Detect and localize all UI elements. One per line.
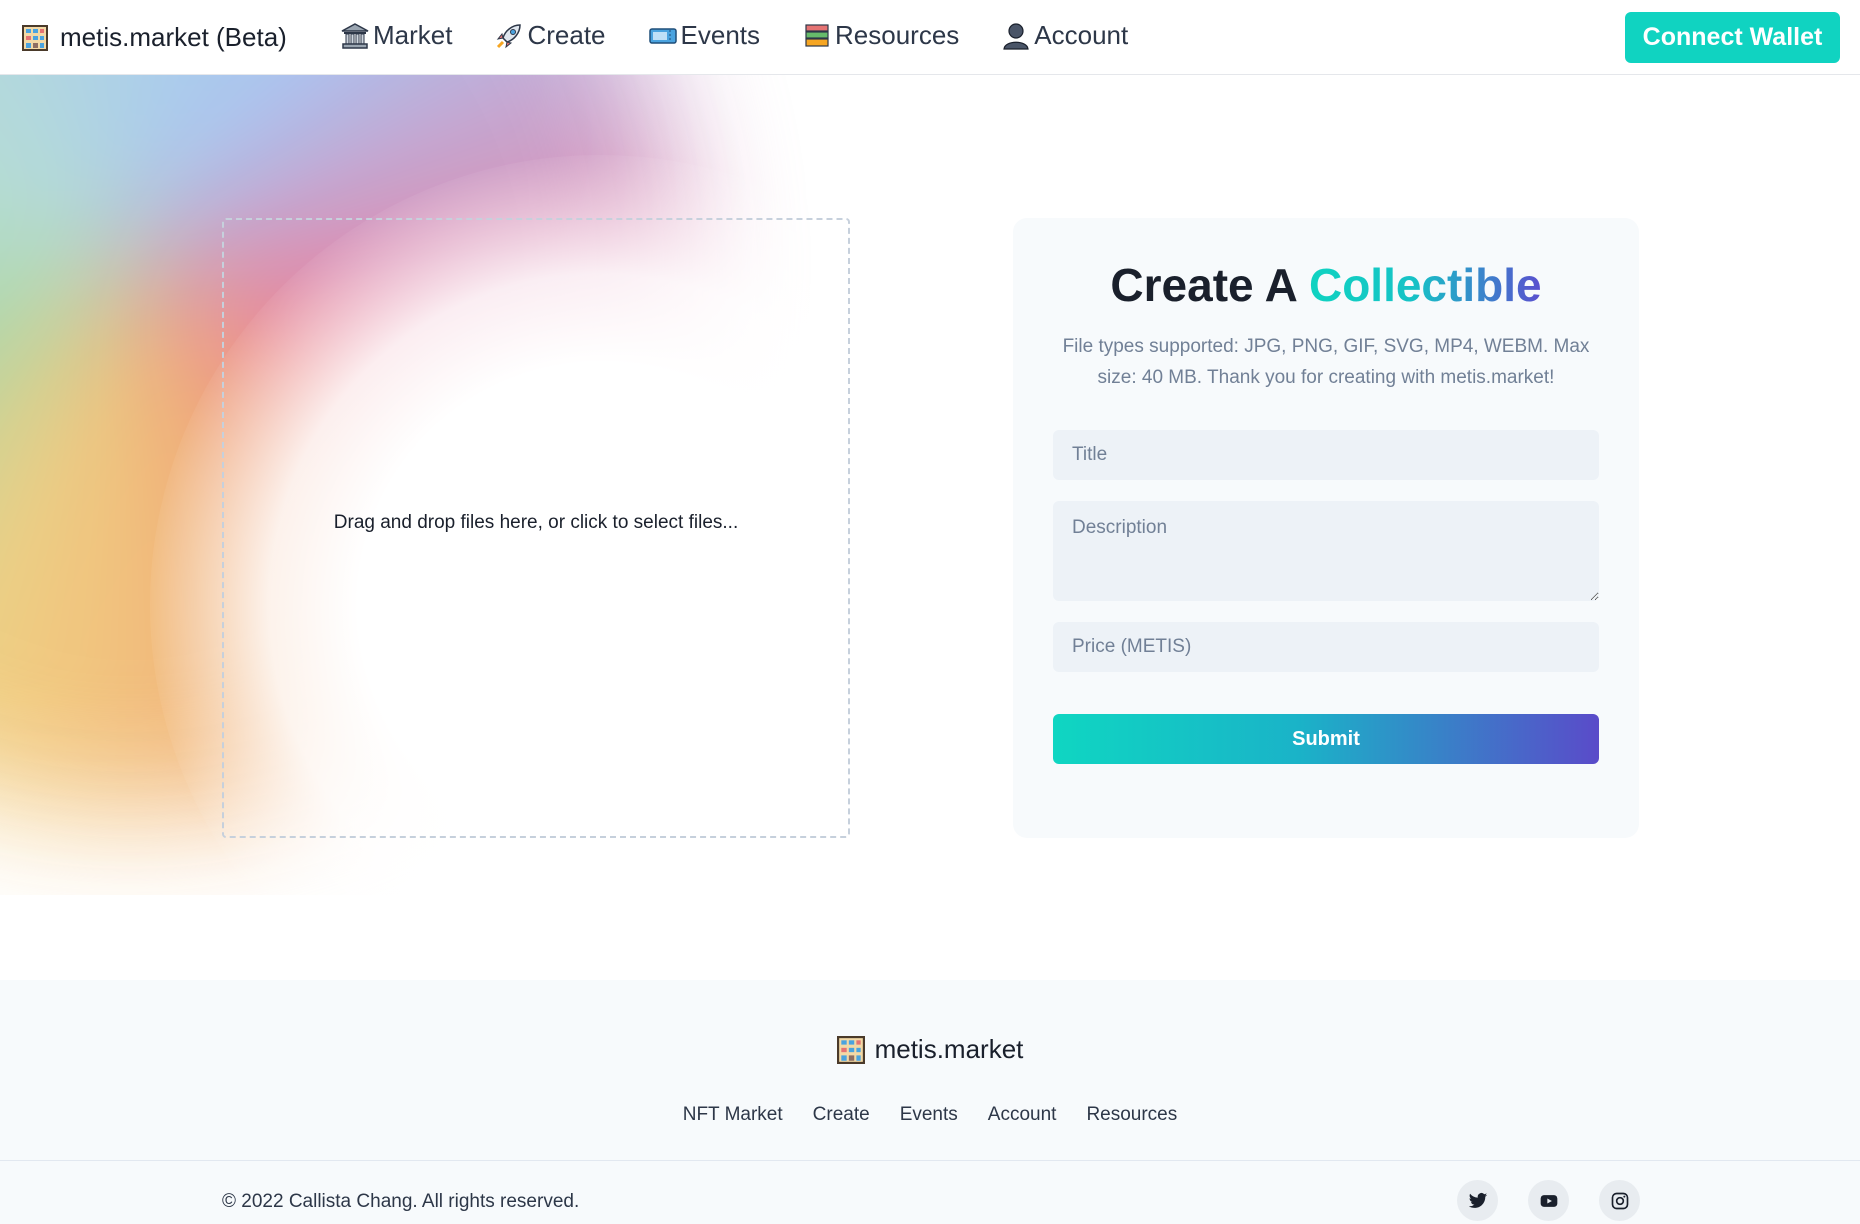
youtube-icon <box>1540 1194 1557 1207</box>
footer-link-resources[interactable]: Resources <box>1086 1104 1177 1126</box>
nav-create[interactable]: Create <box>494 20 606 51</box>
bank-icon <box>341 22 369 49</box>
nav-market-label: Market <box>373 20 453 50</box>
submit-button[interactable]: Submit <box>1053 714 1599 764</box>
footer-link-account[interactable]: Account <box>988 1104 1057 1126</box>
nav-create-label: Create <box>527 20 606 50</box>
main-nav: Market Create Events Resources Account <box>340 20 1128 51</box>
nav-events[interactable]: Events <box>648 20 761 51</box>
social-links <box>1457 1180 1640 1221</box>
footer-link-create[interactable]: Create <box>813 1104 870 1126</box>
instagram-button[interactable] <box>1599 1180 1640 1221</box>
footer-brand[interactable]: metis.market <box>0 1034 1860 1065</box>
nav-resources-label: Resources <box>835 20 960 50</box>
brand-name: metis.market (Beta) <box>60 22 287 52</box>
nav-account[interactable]: Account <box>1001 20 1128 51</box>
footer-brand-name: metis.market <box>874 1034 1024 1064</box>
nav-events-label: Events <box>680 20 761 50</box>
file-types-note: File types supported: JPG, PNG, GIF, SVG… <box>1062 336 1590 388</box>
copyright-text: © 2022 Callista Chang. All rights reserv… <box>222 1191 580 1212</box>
building-icon <box>836 1035 865 1064</box>
title-input[interactable] <box>1053 430 1599 480</box>
books-icon <box>805 23 829 47</box>
price-input[interactable] <box>1053 622 1599 672</box>
twitter-icon <box>1468 1192 1487 1208</box>
dropzone-text: Drag and drop files here, or click to se… <box>333 512 739 533</box>
nav-account-label: Account <box>1034 20 1129 50</box>
footer-link-events[interactable]: Events <box>900 1104 958 1126</box>
twitter-button[interactable] <box>1457 1180 1498 1221</box>
youtube-button[interactable] <box>1528 1180 1569 1221</box>
footer: metis.market NFT Market Create Events Ac… <box>0 980 1860 1224</box>
person-icon <box>1003 22 1029 50</box>
footer-link-nft-market[interactable]: NFT Market <box>683 1104 783 1126</box>
instagram-icon <box>1611 1192 1628 1209</box>
top-navbar: metis.market (Beta) Market Create Events… <box>0 0 1860 75</box>
rocket-icon <box>497 23 522 48</box>
create-collectible-card: Create A Collectible File types supporte… <box>1013 218 1639 838</box>
ticket-icon <box>648 27 677 44</box>
file-dropzone[interactable]: Drag and drop files here, or click to se… <box>222 218 850 838</box>
page-title: Create A Collectible <box>1013 258 1639 312</box>
brand-logo[interactable]: metis.market (Beta) <box>22 22 287 53</box>
title-accent: Collectible <box>1308 259 1542 311</box>
building-icon <box>22 24 48 51</box>
description-textarea[interactable] <box>1053 501 1599 601</box>
title-prefix: Create A <box>1110 259 1309 311</box>
nav-resources[interactable]: Resources <box>802 20 959 51</box>
nav-market[interactable]: Market <box>340 20 452 51</box>
footer-links: NFT Market Create Events Account Resourc… <box>0 1104 1860 1126</box>
footer-divider <box>0 1160 1860 1161</box>
connect-wallet-button[interactable]: Connect Wallet <box>1625 12 1840 63</box>
